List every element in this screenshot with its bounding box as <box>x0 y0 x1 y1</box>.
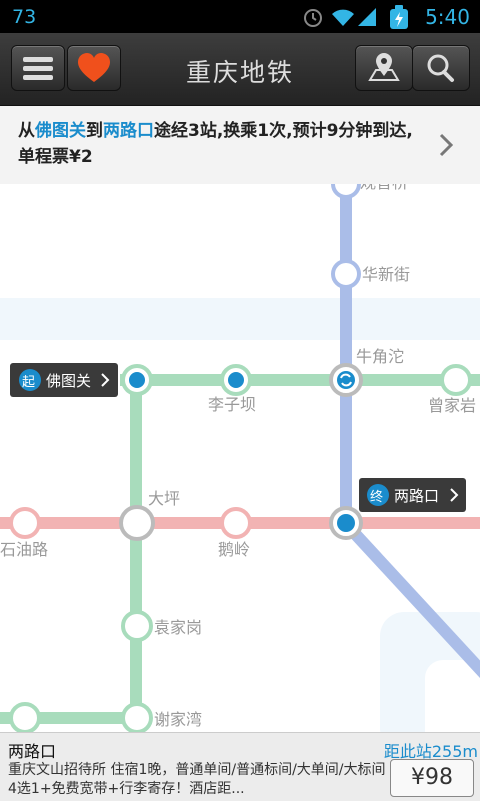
station-label-daping: 大坪 <box>148 489 180 508</box>
signal-icon <box>358 8 376 26</box>
station-label-lizixi: 李子坝 <box>208 395 256 414</box>
station-xiejiawan[interactable] <box>121 702 153 732</box>
station-eling[interactable] <box>220 507 252 539</box>
station-label-eling: 鹅岭 <box>218 540 250 559</box>
panel-description: 重庆文山招待所 住宿1晚，普通单间/普通标间/大单间/大标间4选1+免费宽带+行… <box>8 762 386 797</box>
chevron-right-icon <box>439 133 454 157</box>
end-badge-text: 终 <box>370 489 383 505</box>
status-bar: 73 5:40 <box>0 0 480 33</box>
station-label-shiyoulu: 石油路 <box>0 540 48 559</box>
station-label-top-partial: 观音桥 <box>360 184 408 192</box>
battery-charging-icon <box>390 5 408 29</box>
start-badge-text: 起 <box>22 375 35 390</box>
map-river-area <box>0 298 480 340</box>
station-bottom-left[interactable] <box>9 702 41 732</box>
station-top-partial[interactable] <box>331 184 361 199</box>
route-dot-lizixi <box>228 372 244 388</box>
route-dot-lianglukou <box>337 514 355 532</box>
title-bar: 重庆地铁 <box>0 33 480 106</box>
metro-map-canvas[interactable]: 观音桥 华新街 牛角沱 曾家岩 李子坝 大坪 石油路 鹅岭 袁家岗 谢家湾 <box>0 184 480 732</box>
end-station-label: 两路口 <box>394 487 439 505</box>
search-button[interactable] <box>412 45 470 91</box>
status-notification-count: 73 <box>12 6 37 28</box>
route-dot-fotuguan <box>129 372 145 388</box>
station-label-niujiaotuo: 牛角沱 <box>356 347 404 366</box>
start-station-label: 佛图关 <box>46 372 91 390</box>
end-station-tag[interactable]: 终 两路口 <box>359 478 466 512</box>
station-shiyoulu[interactable] <box>9 507 41 539</box>
wifi-icon <box>332 9 354 26</box>
station-zengjiayan[interactable] <box>440 364 472 396</box>
metro-map[interactable]: 观音桥 华新街 牛角沱 曾家岩 李子坝 大坪 石油路 鹅岭 袁家岗 谢家湾 <box>0 184 480 732</box>
alarm-icon <box>304 9 322 27</box>
map-park-inner <box>425 660 480 732</box>
status-time: 5:40 <box>425 5 470 29</box>
route-summary-text: 从佛图关到两路口途经3站,换乘1次,预计9分钟到达,单程票¥2 <box>18 118 418 170</box>
route-mid: 到 <box>86 121 103 141</box>
map-location-button[interactable] <box>355 45 413 91</box>
price-button[interactable]: ¥98 <box>390 759 474 797</box>
start-station-tag[interactable]: 起 佛图关 <box>10 363 118 397</box>
route-summary[interactable]: 从佛图关到两路口途经3站,换乘1次,预计9分钟到达,单程票¥2 <box>0 106 480 185</box>
station-huaxinjie[interactable] <box>331 259 361 289</box>
station-label-huaxinjie: 华新街 <box>362 265 410 284</box>
station-label-xiejiawan: 谢家湾 <box>154 710 202 729</box>
route-prefix: 从 <box>18 121 35 141</box>
nearby-hotel-panel[interactable]: 两路口 距此站255m 重庆文山招待所 住宿1晚，普通单间/普通标间/大单间/大… <box>0 732 480 801</box>
route-to-station: 两路口 <box>103 121 154 141</box>
panel-station-name: 两路口 <box>8 742 57 761</box>
station-yuanjiagang[interactable] <box>121 610 153 642</box>
route-from-station: 佛图关 <box>35 121 86 141</box>
station-label-yuanjiagang: 袁家岗 <box>154 618 202 637</box>
station-daping-transfer[interactable] <box>119 505 155 541</box>
map-pin-icon <box>368 53 400 81</box>
search-icon <box>427 54 454 82</box>
station-label-zengjiayan: 曾家岩 <box>428 396 476 415</box>
